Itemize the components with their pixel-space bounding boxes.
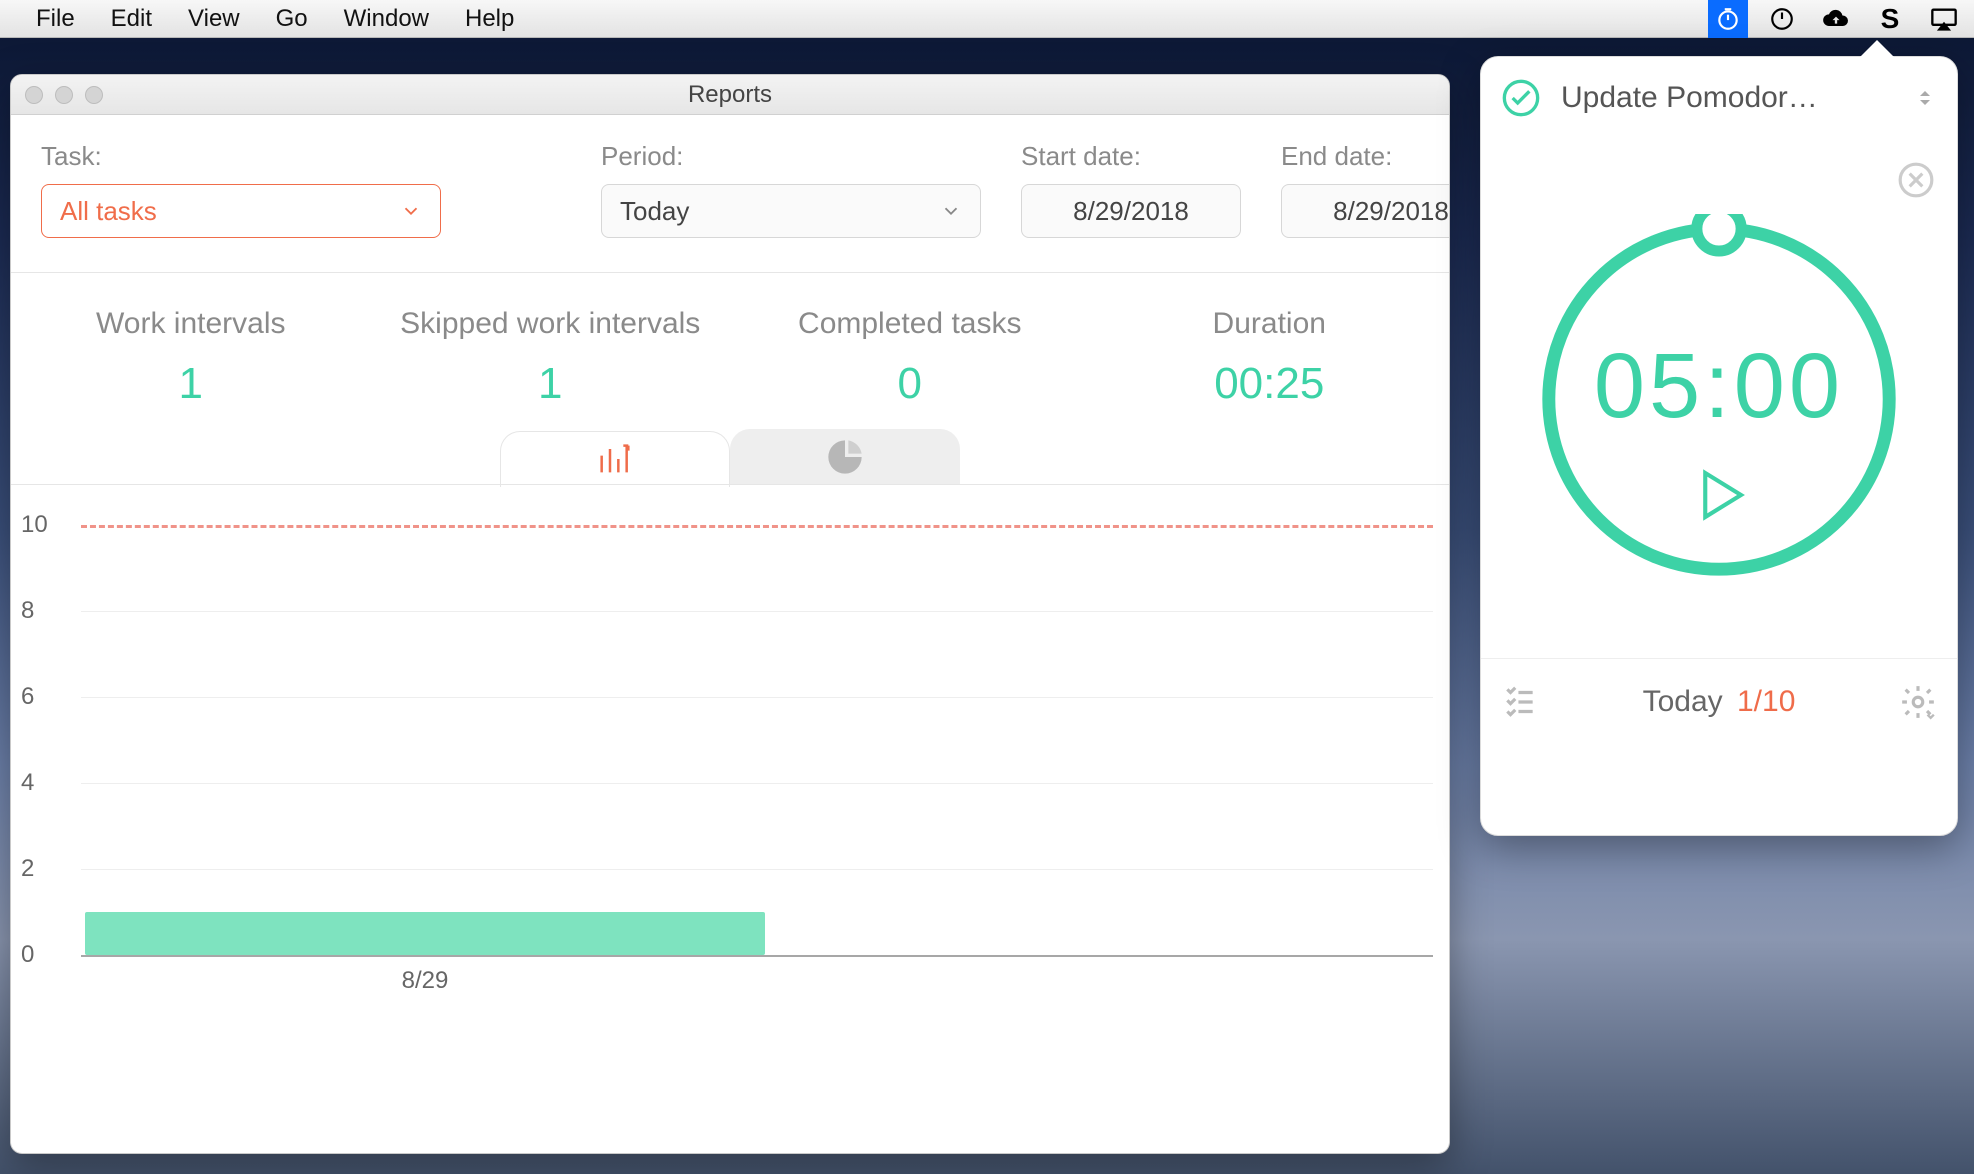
chart-bar: [85, 912, 765, 955]
period-select[interactable]: Today: [601, 184, 981, 238]
window-title: Reports: [11, 81, 1449, 109]
timer-popover: Update Pomodor… 05:00 Today 1/10: [1480, 56, 1958, 836]
end-date-input[interactable]: 8/29/2018: [1281, 184, 1450, 238]
popover-header: Update Pomodor…: [1481, 57, 1957, 139]
y-tick-label: 10: [21, 511, 48, 539]
menu-file[interactable]: File: [18, 5, 93, 33]
start-date-value: 8/29/2018: [1073, 196, 1189, 227]
gridline: [81, 697, 1433, 698]
y-tick-label: 2: [21, 855, 34, 883]
period-label: Period:: [601, 141, 981, 172]
checklist-icon[interactable]: [1501, 683, 1539, 721]
play-icon[interactable]: [1686, 462, 1752, 528]
gridline: [81, 783, 1433, 784]
stat-label: Duration: [1090, 307, 1450, 341]
timer-dial: 05:00: [1534, 214, 1904, 584]
stat-duration: Duration 00:25: [1090, 307, 1450, 409]
gridline: [81, 611, 1433, 612]
s-icon[interactable]: S: [1870, 0, 1910, 38]
gridline: [81, 525, 1433, 528]
start-date-input[interactable]: 8/29/2018: [1021, 184, 1241, 238]
end-date-value: 8/29/2018: [1333, 196, 1449, 227]
task-select-value: All tasks: [60, 196, 157, 227]
stat-work-intervals: Work intervals 1: [11, 307, 371, 409]
x-axis-line: [81, 955, 1433, 957]
footer-label: Today: [1643, 685, 1723, 718]
stats-row: Work intervals 1 Skipped work intervals …: [11, 273, 1449, 409]
menu-right-icons: S: [1708, 0, 1964, 37]
chart-tabs: [11, 429, 1449, 485]
updown-arrows-icon[interactable]: [1913, 83, 1937, 113]
footer-progress: Today 1/10: [1643, 685, 1796, 719]
menu-view[interactable]: View: [170, 5, 258, 33]
menu-help[interactable]: Help: [447, 5, 532, 33]
check-circle-icon[interactable]: [1501, 78, 1541, 118]
footer-fraction: 1/10: [1737, 685, 1795, 718]
chevron-down-icon: [400, 200, 422, 222]
reports-window: Reports Task: All tasks Period: Today St…: [10, 74, 1450, 1154]
cloud-up-icon[interactable]: [1816, 0, 1856, 38]
stat-value: 00:25: [1090, 359, 1450, 409]
stat-skipped: Skipped work intervals 1: [371, 307, 731, 409]
menu-edit[interactable]: Edit: [93, 5, 170, 33]
popover-footer: Today 1/10: [1481, 659, 1957, 745]
tab-pie-chart[interactable]: [730, 429, 960, 485]
bar-chart-icon: [595, 439, 635, 479]
pie-chart-icon: [825, 437, 865, 477]
chart-area: 0 2 4 6 8 10 8/29: [11, 484, 1449, 1064]
period-select-value: Today: [620, 196, 689, 227]
airplay-icon[interactable]: [1924, 0, 1964, 38]
y-tick-label: 0: [21, 941, 34, 969]
current-task-name[interactable]: Update Pomodor…: [1561, 81, 1893, 115]
stat-label: Completed tasks: [730, 307, 1090, 341]
tab-bar-chart[interactable]: [500, 431, 730, 487]
y-tick-label: 6: [21, 683, 34, 711]
timer-time: 05:00: [1534, 334, 1904, 439]
start-date-label: Start date:: [1021, 141, 1241, 172]
task-select[interactable]: All tasks: [41, 184, 441, 238]
stat-label: Work intervals: [11, 307, 371, 341]
titlebar: Reports: [11, 75, 1449, 115]
y-tick-label: 8: [21, 597, 34, 625]
stat-value: 1: [11, 359, 371, 409]
power-icon[interactable]: [1762, 0, 1802, 38]
task-label: Task:: [41, 141, 441, 172]
x-tick-label: 8/29: [402, 967, 449, 995]
end-date-label: End date:: [1281, 141, 1450, 172]
gridline: [81, 869, 1433, 870]
timer-icon[interactable]: [1708, 0, 1748, 38]
y-tick-label: 4: [21, 769, 34, 797]
stat-label: Skipped work intervals: [371, 307, 731, 341]
menubar: File Edit View Go Window Help S: [0, 0, 1974, 38]
chevron-down-icon: [940, 200, 962, 222]
gear-icon[interactable]: [1899, 683, 1937, 721]
stat-completed: Completed tasks 0: [730, 307, 1090, 409]
menu-go[interactable]: Go: [258, 5, 326, 33]
stat-value: 1: [371, 359, 731, 409]
menu-left: File Edit View Go Window Help: [0, 5, 532, 33]
close-icon[interactable]: [1897, 161, 1935, 199]
filters-row: Task: All tasks Period: Today Start date…: [11, 115, 1449, 273]
stat-value: 0: [730, 359, 1090, 409]
menu-window[interactable]: Window: [326, 5, 447, 33]
timer-panel: 05:00: [1481, 139, 1957, 659]
